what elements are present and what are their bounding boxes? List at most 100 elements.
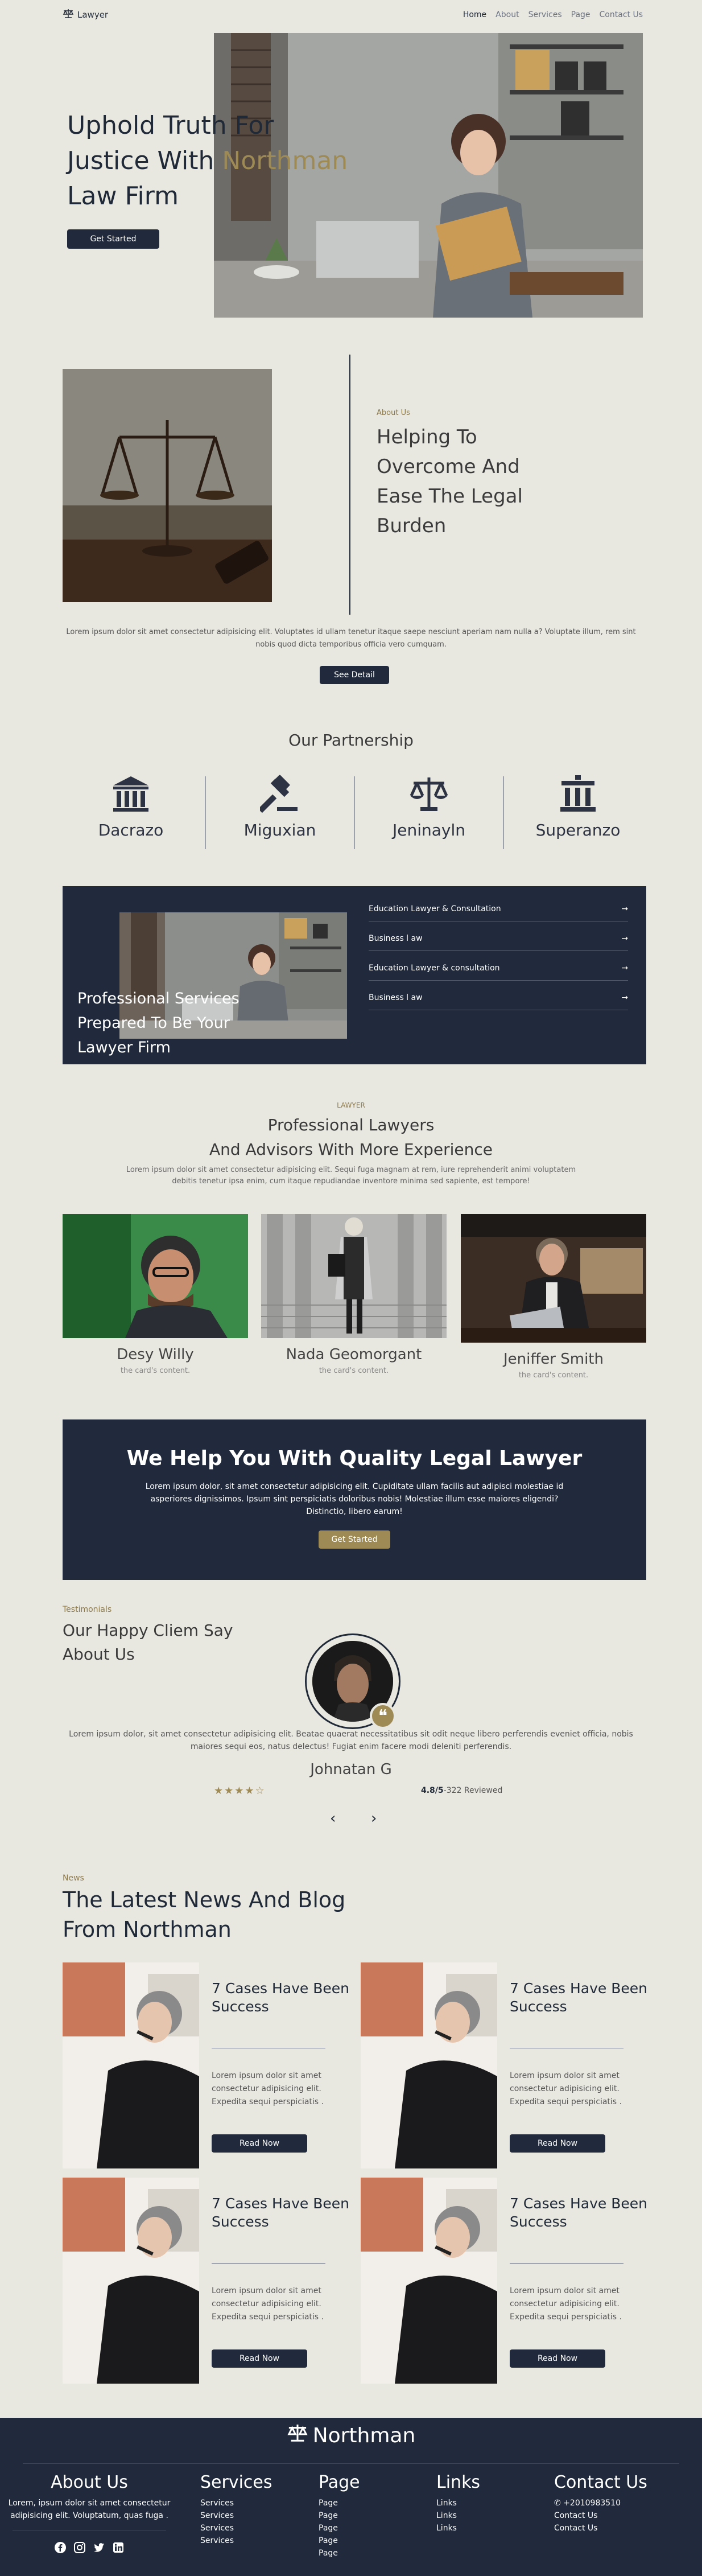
footer-phone[interactable]: ✆ +2010983510 bbox=[554, 2497, 647, 2509]
arrow-right-icon: → bbox=[621, 904, 628, 913]
partner-jeninayln[interactable]: Jeninayln bbox=[372, 774, 486, 840]
hero-title-line2: Justice With bbox=[67, 146, 214, 175]
arrow-right-icon: → bbox=[621, 963, 628, 973]
news-card: 7 Cases Have Been Success Lorem ipsum do… bbox=[361, 1962, 658, 2168]
lawyers-title-line1: Professional Lawyers bbox=[267, 1116, 435, 1134]
lawyer-card[interactable]: Desy Willy the card's content. bbox=[63, 1214, 248, 1375]
service-item[interactable]: Education Lawyer & consultation → bbox=[369, 956, 628, 981]
lawyer-name: Nada Geomorgant bbox=[286, 1346, 422, 1363]
about-tag: About Us bbox=[377, 409, 410, 417]
footer-logo[interactable]: Northman bbox=[0, 2423, 702, 2448]
lawyer-subtitle: the card's content. bbox=[319, 1367, 389, 1375]
news-image bbox=[361, 1962, 497, 2168]
footer-link[interactable]: Links bbox=[436, 2522, 480, 2534]
nav-about[interactable]: About bbox=[495, 10, 519, 19]
service-item-label: Business l aw bbox=[369, 993, 423, 1002]
news-card-text: Lorem ipsum dolor sit amet consectetur a… bbox=[510, 2071, 622, 2106]
twitter-icon[interactable] bbox=[92, 2541, 106, 2554]
pillars-icon bbox=[558, 775, 598, 816]
facebook-icon[interactable] bbox=[53, 2541, 67, 2554]
lawyers-title: Professional Lawyers And Advisors With M… bbox=[0, 1113, 702, 1162]
footer-link[interactable]: Links bbox=[436, 2497, 480, 2509]
footer-links-title: Links bbox=[436, 2472, 481, 2492]
rating-summary: 4.8/5-322 Reviewed bbox=[421, 1786, 502, 1795]
partner-dacrazo[interactable]: Dacrazo bbox=[74, 774, 188, 840]
service-item[interactable]: Business l aw → bbox=[369, 926, 628, 951]
news-card-title: 7 Cases Have Been Success bbox=[212, 2195, 350, 2230]
about-text: Lorem ipsum dolor sit amet consectetur a… bbox=[66, 628, 636, 649]
read-now-button[interactable]: Read Now bbox=[212, 2349, 307, 2368]
news-card: 7 Cases Have Been Success Lorem ipsum do… bbox=[63, 1962, 360, 2168]
news-image bbox=[361, 2178, 497, 2384]
chevron-right-icon[interactable]: › bbox=[371, 1810, 377, 1827]
see-detail-button[interactable]: See Detail bbox=[320, 666, 389, 684]
nav-services[interactable]: Services bbox=[528, 10, 562, 19]
partner-label: Dacrazo bbox=[98, 821, 164, 840]
lawyer-name: Desy Willy bbox=[117, 1346, 194, 1363]
chevron-left-icon[interactable]: ‹ bbox=[330, 1810, 336, 1827]
lawyer-subtitle: the card's content. bbox=[518, 1371, 589, 1380]
footer-link[interactable]: Contact Us bbox=[554, 2522, 647, 2534]
rating-count: -322 Reviewed bbox=[443, 1786, 503, 1795]
rating-value: 4.8/5 bbox=[421, 1786, 444, 1795]
read-now-button[interactable]: Read Now bbox=[510, 2349, 605, 2368]
service-item-label: Business l aw bbox=[369, 933, 423, 943]
footer-pages: Page Page Page Page Page Page bbox=[319, 2472, 360, 2559]
scales-icon bbox=[409, 777, 449, 816]
arrow-right-icon: → bbox=[621, 993, 628, 1002]
arrow-right-icon: → bbox=[621, 933, 628, 943]
about-title: Helping To Overcome And Ease The Legal B… bbox=[377, 426, 523, 537]
footer-link[interactable]: Services bbox=[200, 2522, 272, 2534]
service-item-label: Education Lawyer & Consultation bbox=[369, 904, 501, 913]
testimonial-text: Lorem ipsum dolor, sit amet consectetur … bbox=[69, 1730, 633, 1751]
phone-number: +2010983510 bbox=[563, 2499, 621, 2508]
footer-contact: Contact Us ✆ +2010983510 Contact Us Cont… bbox=[554, 2472, 647, 2534]
nav-contact[interactable]: Contact Us bbox=[600, 10, 643, 19]
service-item[interactable]: Business l aw → bbox=[369, 985, 628, 1010]
footer-link[interactable]: Page bbox=[319, 2547, 360, 2559]
footer-link[interactable]: Page bbox=[319, 2522, 360, 2534]
linkedin-icon[interactable] bbox=[112, 2541, 125, 2554]
footer-link[interactable]: Contact Us bbox=[554, 2509, 647, 2522]
logo-text: Lawyer bbox=[77, 10, 109, 20]
partner-miguxian[interactable]: Miguxian bbox=[223, 774, 337, 840]
nav-home[interactable]: Home bbox=[463, 10, 486, 19]
partnership-title: Our Partnership bbox=[288, 731, 414, 750]
rating-stars: ★★★★☆ bbox=[214, 1785, 266, 1797]
partner-separator bbox=[205, 776, 206, 849]
footer-logo-text: Northman bbox=[312, 2424, 416, 2447]
about-divider bbox=[349, 355, 350, 615]
news-card-title: 7 Cases Have Been Success bbox=[510, 2195, 648, 2230]
footer-contact-title: Contact Us bbox=[554, 2472, 647, 2492]
partner-label: Jeninayln bbox=[392, 821, 465, 840]
footer-link[interactable]: Services bbox=[200, 2534, 272, 2547]
footer-link[interactable]: Services bbox=[200, 2509, 272, 2522]
nav-page[interactable]: Page bbox=[571, 10, 590, 19]
instagram-icon[interactable] bbox=[73, 2541, 86, 2554]
read-now-button[interactable]: Read Now bbox=[510, 2134, 605, 2153]
footer-link[interactable]: Services bbox=[200, 2497, 272, 2509]
quality-get-started-button[interactable]: Get Started bbox=[319, 1530, 390, 1549]
hero-title: Uphold Truth For Justice With Northman L… bbox=[67, 108, 386, 214]
news-card-title: 7 Cases Have Been Success bbox=[212, 1980, 350, 2015]
hero-title-line1: Uphold Truth For bbox=[67, 111, 274, 140]
partner-superanzo[interactable]: Superanzo bbox=[521, 774, 635, 840]
footer-about-title: About Us bbox=[51, 2472, 128, 2492]
lawyer-card[interactable]: Jeniffer Smith the card's content. bbox=[461, 1214, 646, 1380]
footer-link[interactable]: Links bbox=[436, 2509, 480, 2522]
footer-link[interactable]: Page bbox=[319, 2497, 360, 2509]
lawyer-photo bbox=[461, 1214, 646, 1343]
quote-icon: ❝ bbox=[370, 1703, 396, 1729]
hero-title-line3: Law Firm bbox=[67, 182, 179, 211]
partner-label: Superanzo bbox=[535, 821, 621, 840]
site-logo[interactable]: Lawyer bbox=[63, 9, 108, 21]
news-image bbox=[63, 2178, 199, 2384]
read-now-button[interactable]: Read Now bbox=[212, 2134, 307, 2153]
hero-get-started-button[interactable]: Get Started bbox=[67, 229, 159, 249]
news-card-title: 7 Cases Have Been Success bbox=[510, 1980, 648, 2015]
service-item[interactable]: Education Lawyer & Consultation → bbox=[369, 896, 628, 921]
footer-link[interactable]: Page bbox=[319, 2509, 360, 2522]
news-card-text: Lorem ipsum dolor sit amet consectetur a… bbox=[212, 2071, 324, 2106]
footer-link[interactable]: Page bbox=[319, 2534, 360, 2547]
lawyer-card[interactable]: Nada Geomorgant the card's content. bbox=[261, 1214, 447, 1375]
